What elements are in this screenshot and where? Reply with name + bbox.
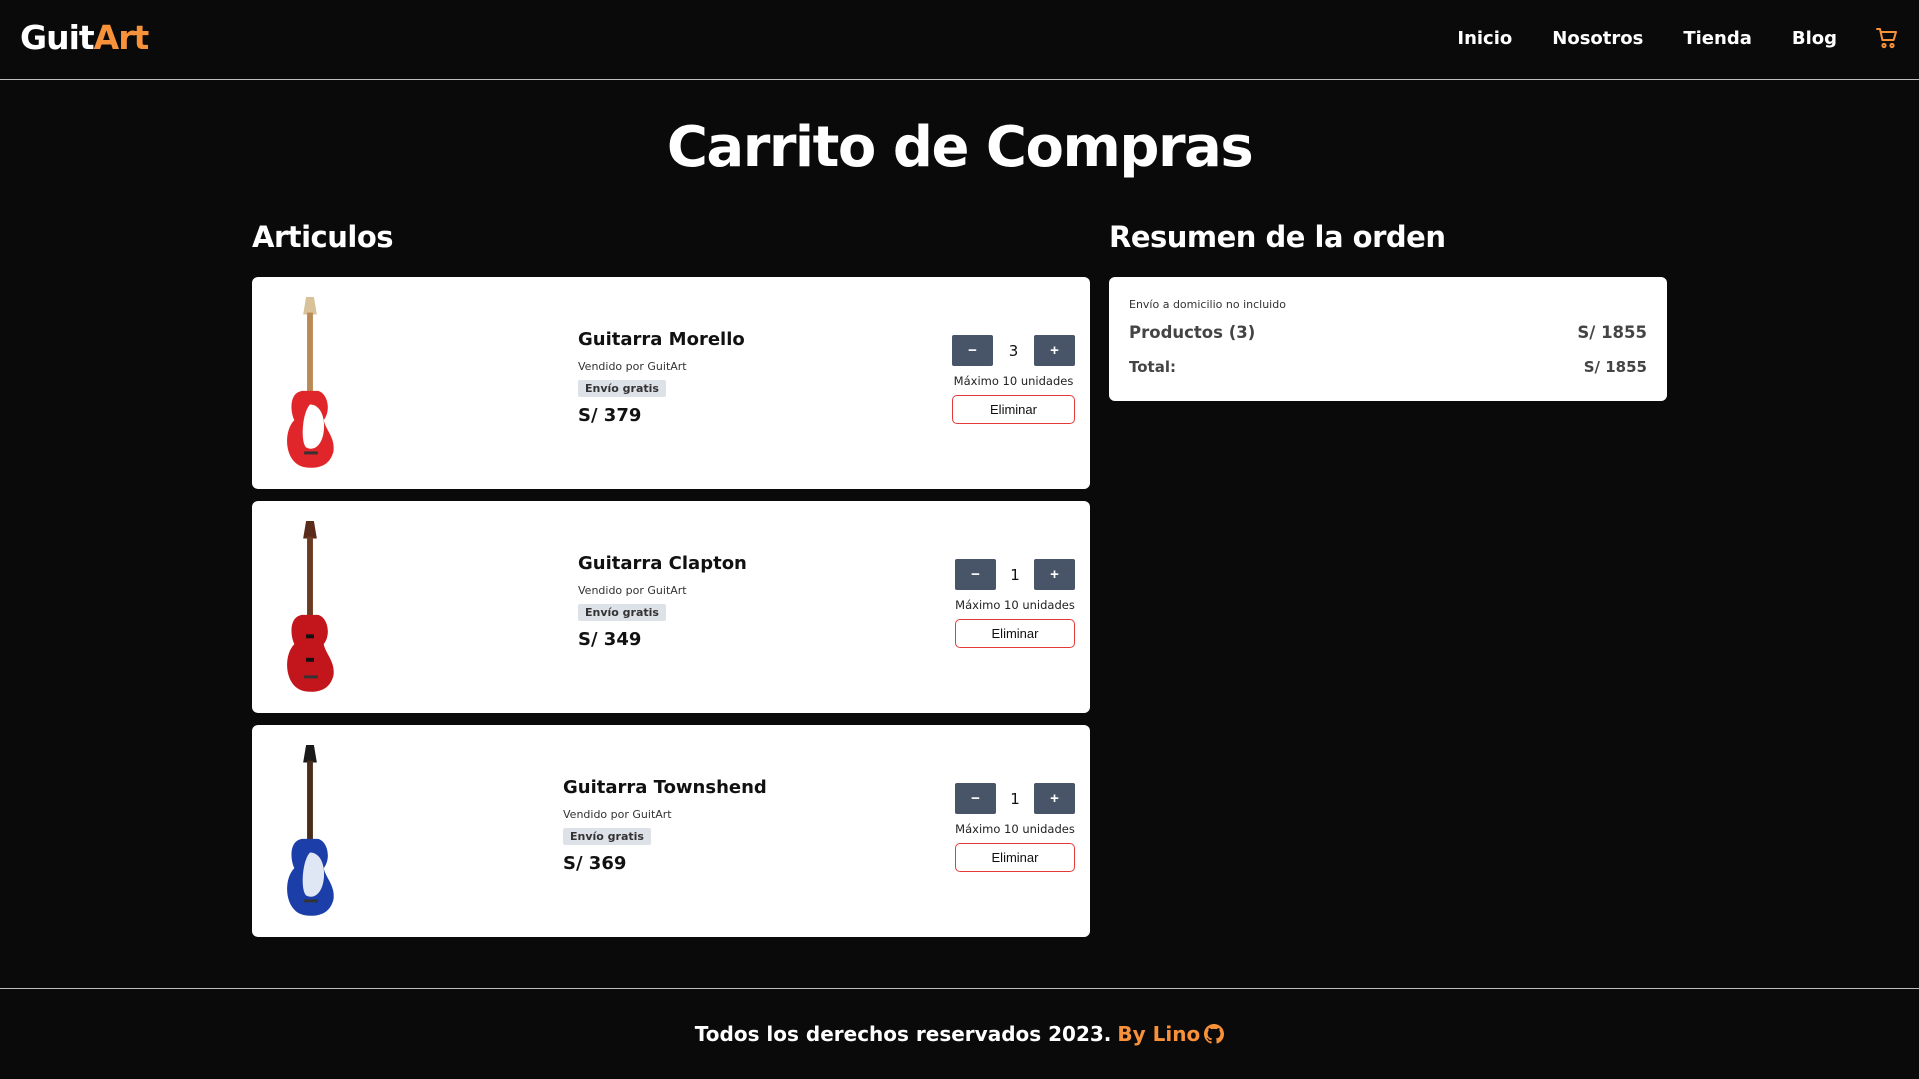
product-name[interactable]: Guitarra Morello	[578, 329, 745, 350]
products-value: S/ 1855	[1577, 323, 1647, 342]
cart-item: Guitarra Townshend Vendido por GuitArt E…	[252, 725, 1090, 937]
github-icon[interactable]	[1204, 1024, 1225, 1044]
articles-heading: Articulos	[252, 220, 394, 254]
free-shipping-badge: Envío gratis	[578, 380, 666, 397]
main-nav: Inicio Nosotros Tienda Blog	[1457, 26, 1899, 50]
increase-button[interactable]: +	[1034, 783, 1075, 814]
seller-text: Vendido por GuitArt	[563, 808, 672, 821]
summary-heading: Resumen de la orden	[1109, 220, 1446, 254]
increase-button[interactable]: +	[1034, 559, 1075, 590]
quantity-control: − 1 + Máximo 10 unidades Eliminar	[955, 783, 1075, 872]
item-info: Guitarra Townshend Vendido por GuitArt E…	[563, 777, 767, 874]
item-info: Guitarra Morello Vendido por GuitArt Env…	[578, 329, 745, 426]
free-shipping-badge: Envío gratis	[578, 604, 666, 621]
cart-item: Guitarra Morello Vendido por GuitArt Env…	[252, 277, 1090, 489]
logo-text-guit: Guit	[20, 18, 95, 57]
product-name[interactable]: Guitarra Clapton	[578, 553, 747, 574]
product-price: S/ 349	[578, 629, 642, 650]
shipping-note: Envío a domicilio no incluido	[1129, 298, 1286, 311]
page-title: Carrito de Compras	[666, 115, 1254, 180]
max-units-text: Máximo 10 unidades	[953, 374, 1074, 388]
remove-button[interactable]: Eliminar	[955, 619, 1075, 648]
author-link[interactable]: By Lino	[1117, 1022, 1200, 1046]
nav-link-inicio[interactable]: Inicio	[1457, 28, 1512, 49]
total-label: Total:	[1129, 358, 1176, 376]
nav-link-blog[interactable]: Blog	[1792, 28, 1837, 49]
product-name[interactable]: Guitarra Townshend	[563, 777, 767, 798]
copyright-text: Todos los derechos reservados 2023.	[694, 1022, 1112, 1046]
total-value: S/ 1855	[1583, 358, 1647, 376]
total-row: Total: S/ 1855	[1129, 358, 1647, 376]
cart-icon	[1876, 28, 1897, 49]
nav-link-nosotros[interactable]: Nosotros	[1552, 28, 1643, 49]
max-units-text: Máximo 10 unidades	[955, 598, 1075, 612]
decrease-button[interactable]: −	[955, 783, 996, 814]
quantity-control: − 1 + Máximo 10 unidades Eliminar	[955, 559, 1075, 648]
cart-link[interactable]	[1876, 26, 1899, 50]
nav-link-tienda[interactable]: Tienda	[1683, 28, 1752, 49]
quantity-control: − 3 + Máximo 10 unidades Eliminar	[952, 335, 1075, 424]
product-price: S/ 369	[563, 853, 627, 874]
free-shipping-badge: Envío gratis	[563, 828, 651, 845]
logo-text-art: Art	[93, 18, 150, 57]
remove-button[interactable]: Eliminar	[952, 395, 1075, 424]
seller-text: Vendido por GuitArt	[578, 584, 687, 597]
guitar-image	[287, 744, 334, 916]
site-header: GuitArt Inicio Nosotros Tienda Blog	[0, 0, 1919, 80]
quantity-value: 3	[1008, 341, 1019, 360]
products-row: Productos (3) S/ 1855	[1129, 323, 1647, 342]
cart-item: Guitarra Clapton Vendido por GuitArt Env…	[252, 501, 1090, 713]
quantity-value: 1	[1010, 565, 1020, 584]
site-footer: Todos los derechos reservados 2023. By L…	[0, 988, 1919, 1079]
item-info: Guitarra Clapton Vendido por GuitArt Env…	[578, 553, 747, 650]
increase-button[interactable]: +	[1034, 335, 1075, 366]
products-label: Productos (3)	[1129, 323, 1256, 342]
logo[interactable]: GuitArt	[20, 18, 150, 57]
decrease-button[interactable]: −	[952, 335, 993, 366]
decrease-button[interactable]: −	[955, 559, 996, 590]
remove-button[interactable]: Eliminar	[955, 843, 1075, 872]
quantity-value: 1	[1010, 789, 1020, 808]
guitar-image	[287, 520, 334, 692]
guitar-image	[287, 296, 334, 468]
order-summary: Envío a domicilio no incluido Productos …	[1109, 277, 1667, 401]
max-units-text: Máximo 10 unidades	[955, 822, 1075, 836]
seller-text: Vendido por GuitArt	[578, 360, 687, 373]
product-price: S/ 379	[578, 405, 642, 426]
